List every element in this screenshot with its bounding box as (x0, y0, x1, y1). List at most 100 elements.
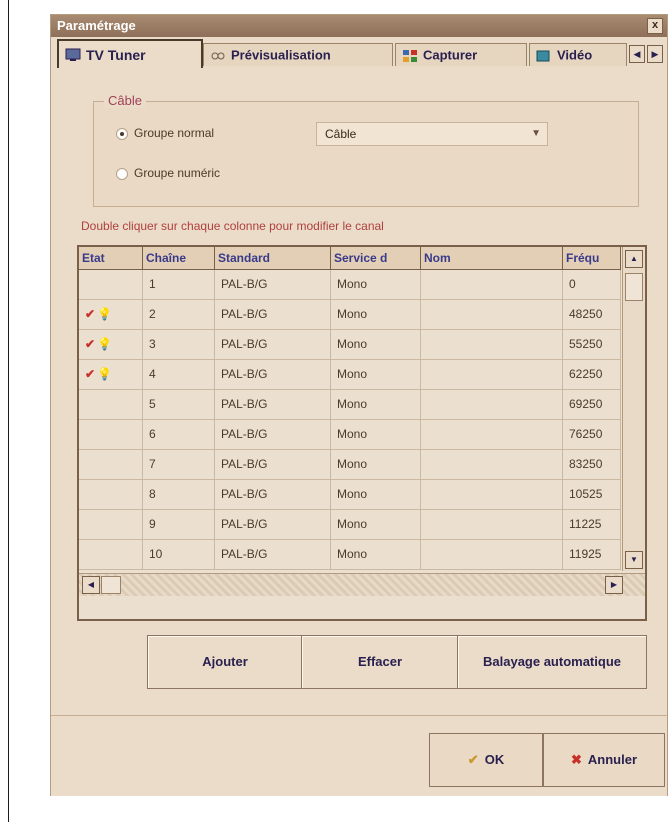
cell-service[interactable]: Mono (331, 480, 421, 509)
cell-standard[interactable]: PAL-B/G (215, 510, 331, 539)
cell-freq[interactable]: 69250 (563, 390, 621, 419)
cell-name[interactable] (421, 540, 563, 569)
ok-button[interactable]: ✔ OK (429, 733, 543, 787)
table-row[interactable]: ✔ 💡 2 PAL-B/G Mono 48250 (79, 300, 621, 330)
table-row[interactable]: 5 PAL-B/G Mono 69250 (79, 390, 621, 420)
table-row[interactable]: 8 PAL-B/G Mono 10525 (79, 480, 621, 510)
cell-state[interactable]: ✔ 💡 (79, 360, 143, 389)
cell-state[interactable]: ✔ 💡 (79, 300, 143, 329)
cell-channel[interactable]: 8 (143, 480, 215, 509)
cell-standard[interactable]: PAL-B/G (215, 420, 331, 449)
vertical-scroll-thumb[interactable] (625, 273, 643, 301)
ok-label: OK (484, 752, 505, 767)
tab-scroll-right-button[interactable]: ▶ (647, 45, 663, 63)
tab-previsualisation[interactable]: Prévisualisation (203, 43, 393, 66)
cell-name[interactable] (421, 450, 563, 479)
cell-service[interactable]: Mono (331, 330, 421, 359)
table-row[interactable]: 1 PAL-B/G Mono 0 (79, 270, 621, 300)
horizontal-scroll-thumb[interactable] (101, 576, 121, 594)
cell-standard[interactable]: PAL-B/G (215, 390, 331, 419)
cell-service[interactable]: Mono (331, 390, 421, 419)
cell-channel[interactable]: 5 (143, 390, 215, 419)
cell-name[interactable] (421, 480, 563, 509)
tab-tv-tuner[interactable]: TV Tuner (57, 39, 203, 68)
cell-name[interactable] (421, 300, 563, 329)
cell-freq[interactable]: 0 (563, 270, 621, 299)
auto-scan-button[interactable]: Balayage automatique (457, 635, 647, 689)
cell-standard[interactable]: PAL-B/G (215, 480, 331, 509)
table-row[interactable]: 10 PAL-B/G Mono 11925 (79, 540, 621, 570)
clear-button[interactable]: Effacer (301, 635, 459, 689)
table-row[interactable]: 6 PAL-B/G Mono 76250 (79, 420, 621, 450)
cell-channel[interactable]: 2 (143, 300, 215, 329)
tab-capturer[interactable]: Capturer (395, 43, 527, 66)
column-frequence[interactable]: Fréqu (563, 247, 621, 269)
scroll-left-button[interactable]: ◀ (82, 576, 100, 594)
column-chaine[interactable]: Chaîne (143, 247, 215, 269)
cell-freq[interactable]: 10525 (563, 480, 621, 509)
cell-state[interactable] (79, 510, 143, 539)
tab-scroll-left-button[interactable]: ◀ (629, 45, 645, 63)
cell-state[interactable] (79, 450, 143, 479)
cell-freq[interactable]: 83250 (563, 450, 621, 479)
cell-name[interactable] (421, 270, 563, 299)
cancel-button[interactable]: ✖ Annuler (543, 733, 665, 787)
cell-freq[interactable]: 11925 (563, 540, 621, 569)
cell-freq[interactable]: 11225 (563, 510, 621, 539)
cell-standard[interactable]: PAL-B/G (215, 270, 331, 299)
cell-standard[interactable]: PAL-B/G (215, 540, 331, 569)
cell-name[interactable] (421, 360, 563, 389)
close-button[interactable]: x (647, 18, 663, 34)
cell-channel[interactable]: 1 (143, 270, 215, 299)
cell-name[interactable] (421, 330, 563, 359)
cell-freq[interactable]: 48250 (563, 300, 621, 329)
cell-standard[interactable]: PAL-B/G (215, 360, 331, 389)
scroll-down-button[interactable]: ▼ (625, 551, 643, 569)
cell-state[interactable] (79, 480, 143, 509)
cell-service[interactable]: Mono (331, 510, 421, 539)
cell-service[interactable]: Mono (331, 270, 421, 299)
cell-channel[interactable]: 4 (143, 360, 215, 389)
column-standard[interactable]: Standard (215, 247, 331, 269)
table-row[interactable]: ✔ 💡 3 PAL-B/G Mono 55250 (79, 330, 621, 360)
cell-freq[interactable]: 55250 (563, 330, 621, 359)
cell-state[interactable] (79, 420, 143, 449)
table-row[interactable]: 7 PAL-B/G Mono 83250 (79, 450, 621, 480)
cell-name[interactable] (421, 390, 563, 419)
cell-state[interactable] (79, 540, 143, 569)
column-service[interactable]: Service d (331, 247, 421, 269)
cell-service[interactable]: Mono (331, 300, 421, 329)
cell-state[interactable]: ✔ 💡 (79, 330, 143, 359)
cell-freq[interactable]: 62250 (563, 360, 621, 389)
table-row[interactable]: ✔ 💡 4 PAL-B/G Mono 62250 (79, 360, 621, 390)
cell-standard[interactable]: PAL-B/G (215, 450, 331, 479)
cell-channel[interactable]: 3 (143, 330, 215, 359)
cell-channel[interactable]: 10 (143, 540, 215, 569)
add-button[interactable]: Ajouter (147, 635, 303, 689)
column-etat[interactable]: Etat (79, 247, 143, 269)
cell-name[interactable] (421, 510, 563, 539)
cell-service[interactable]: Mono (331, 450, 421, 479)
cell-state[interactable] (79, 390, 143, 419)
vertical-scrollbar[interactable]: ▲ ▼ (622, 247, 645, 571)
cell-service[interactable]: Mono (331, 360, 421, 389)
cell-standard[interactable]: PAL-B/G (215, 300, 331, 329)
cell-channel[interactable]: 7 (143, 450, 215, 479)
horizontal-scrollbar[interactable]: ◀ ▶ (79, 573, 645, 596)
cell-standard[interactable]: PAL-B/G (215, 330, 331, 359)
cable-type-select[interactable]: Câble ▼ (316, 122, 548, 146)
radio-groupe-numeric[interactable]: Groupe numéric (116, 166, 220, 180)
cell-name[interactable] (421, 420, 563, 449)
cell-channel[interactable]: 9 (143, 510, 215, 539)
cell-service[interactable]: Mono (331, 540, 421, 569)
scroll-up-button[interactable]: ▲ (625, 250, 643, 268)
cell-state[interactable] (79, 270, 143, 299)
scroll-right-button[interactable]: ▶ (605, 576, 623, 594)
cell-channel[interactable]: 6 (143, 420, 215, 449)
tab-video[interactable]: Vidéo (529, 43, 627, 66)
cell-freq[interactable]: 76250 (563, 420, 621, 449)
radio-groupe-normal[interactable]: Groupe normal (116, 126, 214, 140)
table-row[interactable]: 9 PAL-B/G Mono 11225 (79, 510, 621, 540)
column-nom[interactable]: Nom (421, 247, 563, 269)
cell-service[interactable]: Mono (331, 420, 421, 449)
